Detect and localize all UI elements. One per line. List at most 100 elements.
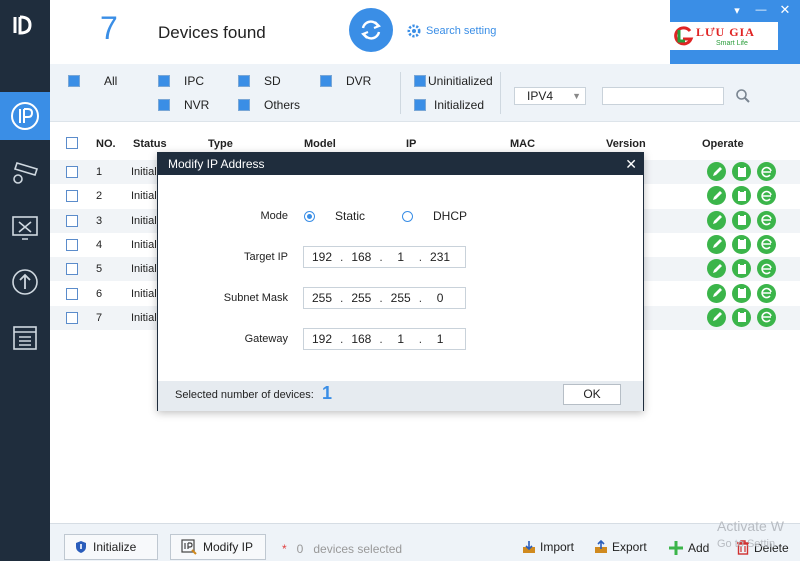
radio-dhcp-indicator[interactable] xyxy=(402,210,413,222)
menu-dropdown-icon[interactable]: ▾ xyxy=(728,4,746,17)
subnet-octet[interactable]: 255 xyxy=(343,291,379,305)
brand-name: LƯU GIA xyxy=(696,25,755,39)
filter-uninitialized[interactable]: Uninitialized xyxy=(414,74,493,88)
mode-static-radio[interactable]: Static xyxy=(304,209,365,223)
clipboard-button[interactable] xyxy=(732,259,751,279)
row-checkbox[interactable] xyxy=(66,190,78,203)
gateway-octet[interactable]: 192 xyxy=(304,332,340,346)
web-button[interactable] xyxy=(757,210,776,230)
col-mac: MAC xyxy=(510,138,536,150)
clipboard-button[interactable] xyxy=(732,283,751,303)
sidebar-item-upgrade[interactable] xyxy=(0,258,50,306)
row-checkbox[interactable] xyxy=(66,311,78,324)
web-button[interactable] xyxy=(757,186,776,206)
web-button[interactable] xyxy=(757,234,776,254)
row-checkbox[interactable] xyxy=(66,263,78,276)
search-icon[interactable] xyxy=(735,88,751,104)
search-setting-link[interactable]: Search setting xyxy=(406,23,496,39)
minimize-icon[interactable]: — xyxy=(752,4,770,16)
export-button[interactable]: Export xyxy=(594,540,647,554)
filter-sd[interactable]: SD xyxy=(238,74,281,88)
import-label: Import xyxy=(540,540,575,554)
target-ip-octet[interactable]: 168 xyxy=(343,250,379,264)
edit-icon xyxy=(712,166,722,176)
clipboard-button[interactable] xyxy=(732,210,751,230)
filter-dvr-checkbox[interactable] xyxy=(320,75,332,87)
gateway-octet[interactable]: 1 xyxy=(383,332,419,346)
clipboard-button[interactable] xyxy=(732,162,751,181)
sidebar-item-device-config[interactable] xyxy=(0,148,50,196)
modify-ip-button[interactable]: Modify IP xyxy=(170,534,266,560)
clipboard-icon xyxy=(737,311,746,323)
shield-icon xyxy=(76,541,86,553)
target-ip-octet[interactable]: 1 xyxy=(383,250,419,264)
web-button[interactable] xyxy=(757,283,776,303)
export-icon xyxy=(595,540,607,553)
web-icon xyxy=(760,166,772,177)
web-button[interactable] xyxy=(757,259,776,279)
filter-sd-checkbox[interactable] xyxy=(238,75,250,87)
filter-dvr[interactable]: DVR xyxy=(320,74,371,88)
target-ip-octet[interactable]: 192 xyxy=(304,250,340,264)
sidebar-item-ip[interactable] xyxy=(0,92,50,140)
row-operations xyxy=(707,307,776,327)
edit-button[interactable] xyxy=(707,162,726,181)
row-checkbox[interactable] xyxy=(66,287,78,300)
filter-initialized-checkbox[interactable] xyxy=(414,99,426,111)
filter-others-checkbox[interactable] xyxy=(238,99,250,111)
import-button[interactable]: Import xyxy=(522,540,574,554)
dialog-close-icon[interactable]: ✕ xyxy=(625,153,637,175)
web-button[interactable] xyxy=(757,307,776,327)
selected-devices-count: 1 xyxy=(322,383,333,403)
edit-icon xyxy=(712,263,722,273)
edit-button[interactable] xyxy=(707,283,726,303)
filter-all-checkbox[interactable] xyxy=(68,75,80,87)
camera-settings-icon xyxy=(13,162,39,184)
subnet-octet[interactable]: 255 xyxy=(383,291,419,305)
upgrade-icon xyxy=(12,269,38,295)
gateway-octet[interactable]: 1 xyxy=(422,332,458,346)
logo-icon xyxy=(13,15,32,35)
sidebar-item-tools[interactable] xyxy=(0,204,50,252)
row-checkbox[interactable] xyxy=(66,166,78,178)
edit-button[interactable] xyxy=(707,210,726,230)
search-input[interactable] xyxy=(602,87,724,105)
web-button[interactable] xyxy=(757,162,776,181)
add-button[interactable]: Add xyxy=(668,540,709,556)
filter-ipc[interactable]: IPC xyxy=(158,74,204,88)
filter-nvr[interactable]: NVR xyxy=(158,98,209,112)
ip-version-select[interactable]: IPV4 ▼ xyxy=(514,87,586,105)
close-icon[interactable]: ✕ xyxy=(776,2,794,18)
clipboard-button[interactable] xyxy=(732,234,751,254)
row-checkbox[interactable] xyxy=(66,214,78,227)
device-count: 7 xyxy=(100,10,118,46)
filter-nvr-checkbox[interactable] xyxy=(158,99,170,111)
target-ip-octet[interactable]: 231 xyxy=(422,250,458,264)
row-checkbox[interactable] xyxy=(66,238,78,251)
ok-button[interactable]: OK xyxy=(563,384,621,405)
filter-initialized[interactable]: Initialized xyxy=(414,98,484,112)
edit-button[interactable] xyxy=(707,234,726,254)
filter-others[interactable]: Others xyxy=(238,98,300,112)
clipboard-button[interactable] xyxy=(732,186,751,206)
edit-button[interactable] xyxy=(707,186,726,206)
refresh-button[interactable] xyxy=(349,8,393,52)
clipboard-button[interactable] xyxy=(732,307,751,327)
subnet-octet[interactable]: 255 xyxy=(304,291,340,305)
filter-all[interactable]: All xyxy=(68,74,117,88)
select-all-checkbox[interactable] xyxy=(66,137,78,149)
row-status: Initial xyxy=(131,238,157,251)
filter-uninitialized-checkbox[interactable] xyxy=(414,75,426,87)
subnet-mask-input[interactable]: 255. 255. 255. 0 xyxy=(303,287,466,309)
gateway-input[interactable]: 192. 168. 1. 1 xyxy=(303,328,466,350)
subnet-octet[interactable]: 0 xyxy=(422,291,458,305)
filter-ipc-checkbox[interactable] xyxy=(158,75,170,87)
gateway-octet[interactable]: 168 xyxy=(343,332,379,346)
sidebar-item-documents[interactable] xyxy=(0,314,50,362)
edit-button[interactable] xyxy=(707,307,726,327)
target-ip-input[interactable]: 192. 168. 1. 231 xyxy=(303,246,466,268)
edit-button[interactable] xyxy=(707,259,726,279)
radio-static-indicator[interactable] xyxy=(304,210,315,222)
initialize-button[interactable]: Initialize xyxy=(64,534,158,560)
mode-dhcp-radio[interactable]: DHCP xyxy=(402,209,467,223)
